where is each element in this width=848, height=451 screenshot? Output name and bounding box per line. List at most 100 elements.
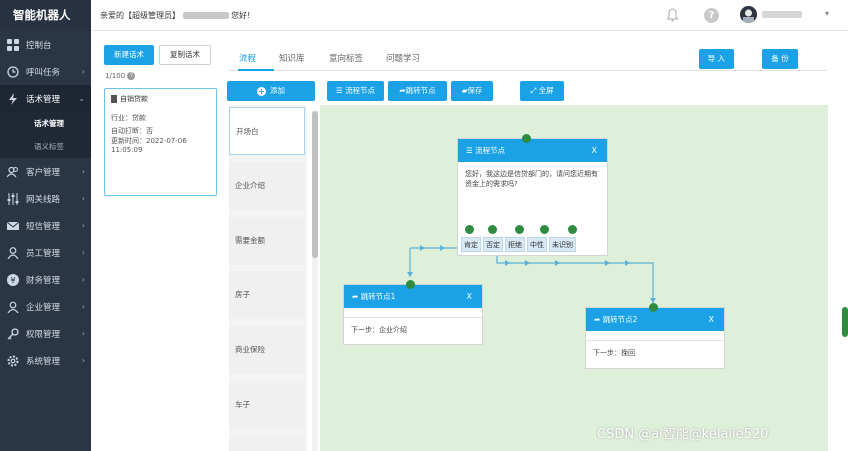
sidebar-item-permission[interactable]: 权限管理 ›	[0, 320, 91, 347]
jump-node-1[interactable]: ➦ 跳转节点1 X 下一步：企业介绍	[343, 284, 483, 345]
flow-canvas[interactable]: ☰ 流程节点 X 您好，我这边是信贷部门的，请问您近期有资金上的需求吗? 肯定 …	[320, 105, 828, 451]
sidebar-subitem-script[interactable]: 话术管理	[0, 112, 91, 135]
user-icon	[7, 246, 19, 259]
node-list-item[interactable]: 开场白	[229, 107, 305, 155]
new-script-button[interactable]: 新建话术	[104, 45, 154, 65]
side-resize-handle[interactable]	[842, 307, 848, 337]
help-icon[interactable]: ?	[704, 8, 719, 23]
branch-output-anchor[interactable]	[488, 225, 497, 234]
flow-node-title: 流程节点	[475, 146, 506, 155]
branch-output-anchor[interactable]	[515, 225, 524, 234]
plus-circle-icon: +	[257, 86, 266, 96]
chevron-down-icon: ⌄	[78, 94, 85, 103]
tab-flow[interactable]: 流程	[239, 52, 256, 64]
sidebar-item-gateway[interactable]: 网关线路 ›	[0, 185, 91, 212]
flow-node-header[interactable]: ☰ 流程节点 X	[458, 139, 607, 162]
sidebar: 智能机器人 控制台 呼叫任务 › 话术管理 ⌄ 话术管理 语义标签 客户管理 ›…	[0, 0, 91, 451]
avatar[interactable]	[740, 6, 757, 23]
branch-chip[interactable]: 中性	[527, 237, 547, 252]
node-list-item[interactable]: 企业介绍	[229, 162, 305, 210]
script-card-industry: 行业：贷款	[111, 113, 146, 122]
copy-script-button[interactable]: 复制话术	[159, 45, 211, 65]
app-title: 智能机器人	[0, 0, 91, 31]
node-list-item[interactable]: 需要金额	[229, 217, 305, 265]
chevron-right-icon: ›	[81, 275, 85, 284]
import-button[interactable]: 导 入	[699, 49, 734, 69]
chevron-right-icon: ›	[81, 329, 85, 338]
branch-chip[interactable]: 肯定	[461, 237, 481, 252]
script-card-title: 自销贷款	[111, 95, 210, 105]
welcome-message: 亲爱的【超级管理员】 您好!	[100, 10, 250, 21]
node-list: 开场白 企业介绍 需要金额 房子 商业保险 车子	[229, 105, 307, 451]
node-input-anchor[interactable]	[649, 303, 658, 312]
close-icon[interactable]: X	[467, 285, 472, 308]
node-list-item[interactable]: 车子	[229, 381, 305, 429]
close-icon[interactable]: X	[709, 308, 714, 331]
user-name-redacted[interactable]	[762, 11, 802, 18]
branch-output-anchor[interactable]	[465, 225, 474, 234]
sidebar-item-script-manage[interactable]: 话术管理 ⌄	[0, 85, 91, 112]
node-list-scroll-thumb[interactable]	[312, 111, 318, 258]
branch-output-anchor[interactable]	[568, 225, 577, 234]
tab-knowledge[interactable]: 知识库	[279, 52, 305, 64]
tab-intent-tag[interactable]: 意向标签	[329, 52, 363, 64]
sidebar-item-dashboard[interactable]: 控制台	[0, 31, 91, 58]
jump-node-button[interactable]: ➦跳转节点	[388, 81, 447, 101]
sidebar-item-customer[interactable]: 客户管理 ›	[0, 158, 91, 185]
sidebar-subitem-semantic-tag[interactable]: 语义标签	[0, 135, 91, 158]
svg-text:¥: ¥	[10, 276, 15, 285]
save-label: 保存	[467, 86, 483, 95]
chevron-right-icon: ›	[81, 194, 85, 203]
node-list-item[interactable]: 房子	[229, 271, 305, 319]
welcome-prefix: 亲爱的【超级管理员】	[100, 11, 180, 20]
branch-chips: 肯定 否定 拒绝 中性 未识别	[461, 237, 576, 252]
sidebar-item-label: 企业管理	[26, 302, 61, 313]
flow-node-button[interactable]: ☰ 流程节点	[327, 81, 384, 101]
sidebar-item-system[interactable]: 系统管理 ›	[0, 347, 91, 374]
sidebar-item-call-task[interactable]: 呼叫任务 ›	[0, 58, 91, 85]
branch-chip[interactable]: 未识别	[549, 237, 576, 252]
fullscreen-button[interactable]: ⤢ 全屏	[520, 81, 564, 101]
enterprise-icon	[7, 301, 19, 313]
script-card[interactable]: 自销贷款 行业：贷款 自动打断：否 更新时间：2022-07-06 11:05:…	[104, 88, 217, 196]
add-node-button[interactable]: + 添加	[227, 81, 315, 101]
sidebar-item-finance[interactable]: ¥ 财务管理 ›	[0, 266, 91, 293]
chevron-right-icon: ›	[81, 221, 85, 230]
branch-output-anchor[interactable]	[540, 225, 549, 234]
jump-node-2[interactable]: ➦ 跳转节点2 X 下一步：挽回	[585, 307, 725, 369]
sidebar-item-sms[interactable]: 短信管理 ›	[0, 212, 91, 239]
jump-node-divider	[344, 308, 482, 318]
question-circle-icon[interactable]: ?	[127, 72, 136, 80]
jump-node-divider	[586, 331, 724, 341]
node-input-anchor[interactable]	[406, 280, 415, 289]
caret-down-icon[interactable]: ▾	[825, 9, 829, 18]
script-panel: 新建话术 复制话术 1/100 ? 自销贷款 行业：贷款 自动打断：否 更新时间…	[101, 43, 219, 451]
bell-icon[interactable]	[666, 8, 679, 24]
branch-chip[interactable]: 否定	[483, 237, 503, 252]
jump-node-header[interactable]: ➦ 跳转节点1 X	[344, 285, 482, 308]
chevron-right-icon: ›	[81, 167, 85, 176]
key-icon	[7, 327, 19, 340]
yen-icon: ¥	[7, 273, 19, 286]
close-icon[interactable]: X	[592, 139, 597, 162]
save-button[interactable]: ▰保存	[451, 81, 493, 101]
sidebar-item-enterprise[interactable]: 企业管理 ›	[0, 293, 91, 320]
tab-question-learning[interactable]: 问题学习	[386, 52, 420, 64]
tab-active-indicator	[238, 69, 274, 71]
branch-chip[interactable]: 拒绝	[505, 237, 525, 252]
node-list-item[interactable]: 商业保险	[229, 326, 305, 374]
node-input-anchor[interactable]	[522, 134, 531, 143]
jump-node-next: 下一步：企业介绍	[351, 326, 407, 334]
users-icon	[7, 166, 19, 178]
jump-node-title: 跳转节点2	[602, 315, 638, 324]
node-list-item[interactable]	[229, 436, 305, 451]
mail-icon	[7, 220, 19, 232]
jump-node-next: 下一步：挽回	[593, 349, 635, 357]
sidebar-item-staff[interactable]: 员工管理 ›	[0, 239, 91, 266]
gear-icon	[7, 355, 19, 367]
sliders-icon	[7, 192, 19, 205]
flow-node-main[interactable]: ☰ 流程节点 X 您好，我这边是信贷部门的，请问您近期有资金上的需求吗? 肯定 …	[457, 138, 608, 256]
backup-button[interactable]: 备 份	[762, 49, 798, 69]
add-node-label: 添加	[270, 86, 285, 95]
sidebar-item-label: 控制台	[26, 40, 52, 51]
